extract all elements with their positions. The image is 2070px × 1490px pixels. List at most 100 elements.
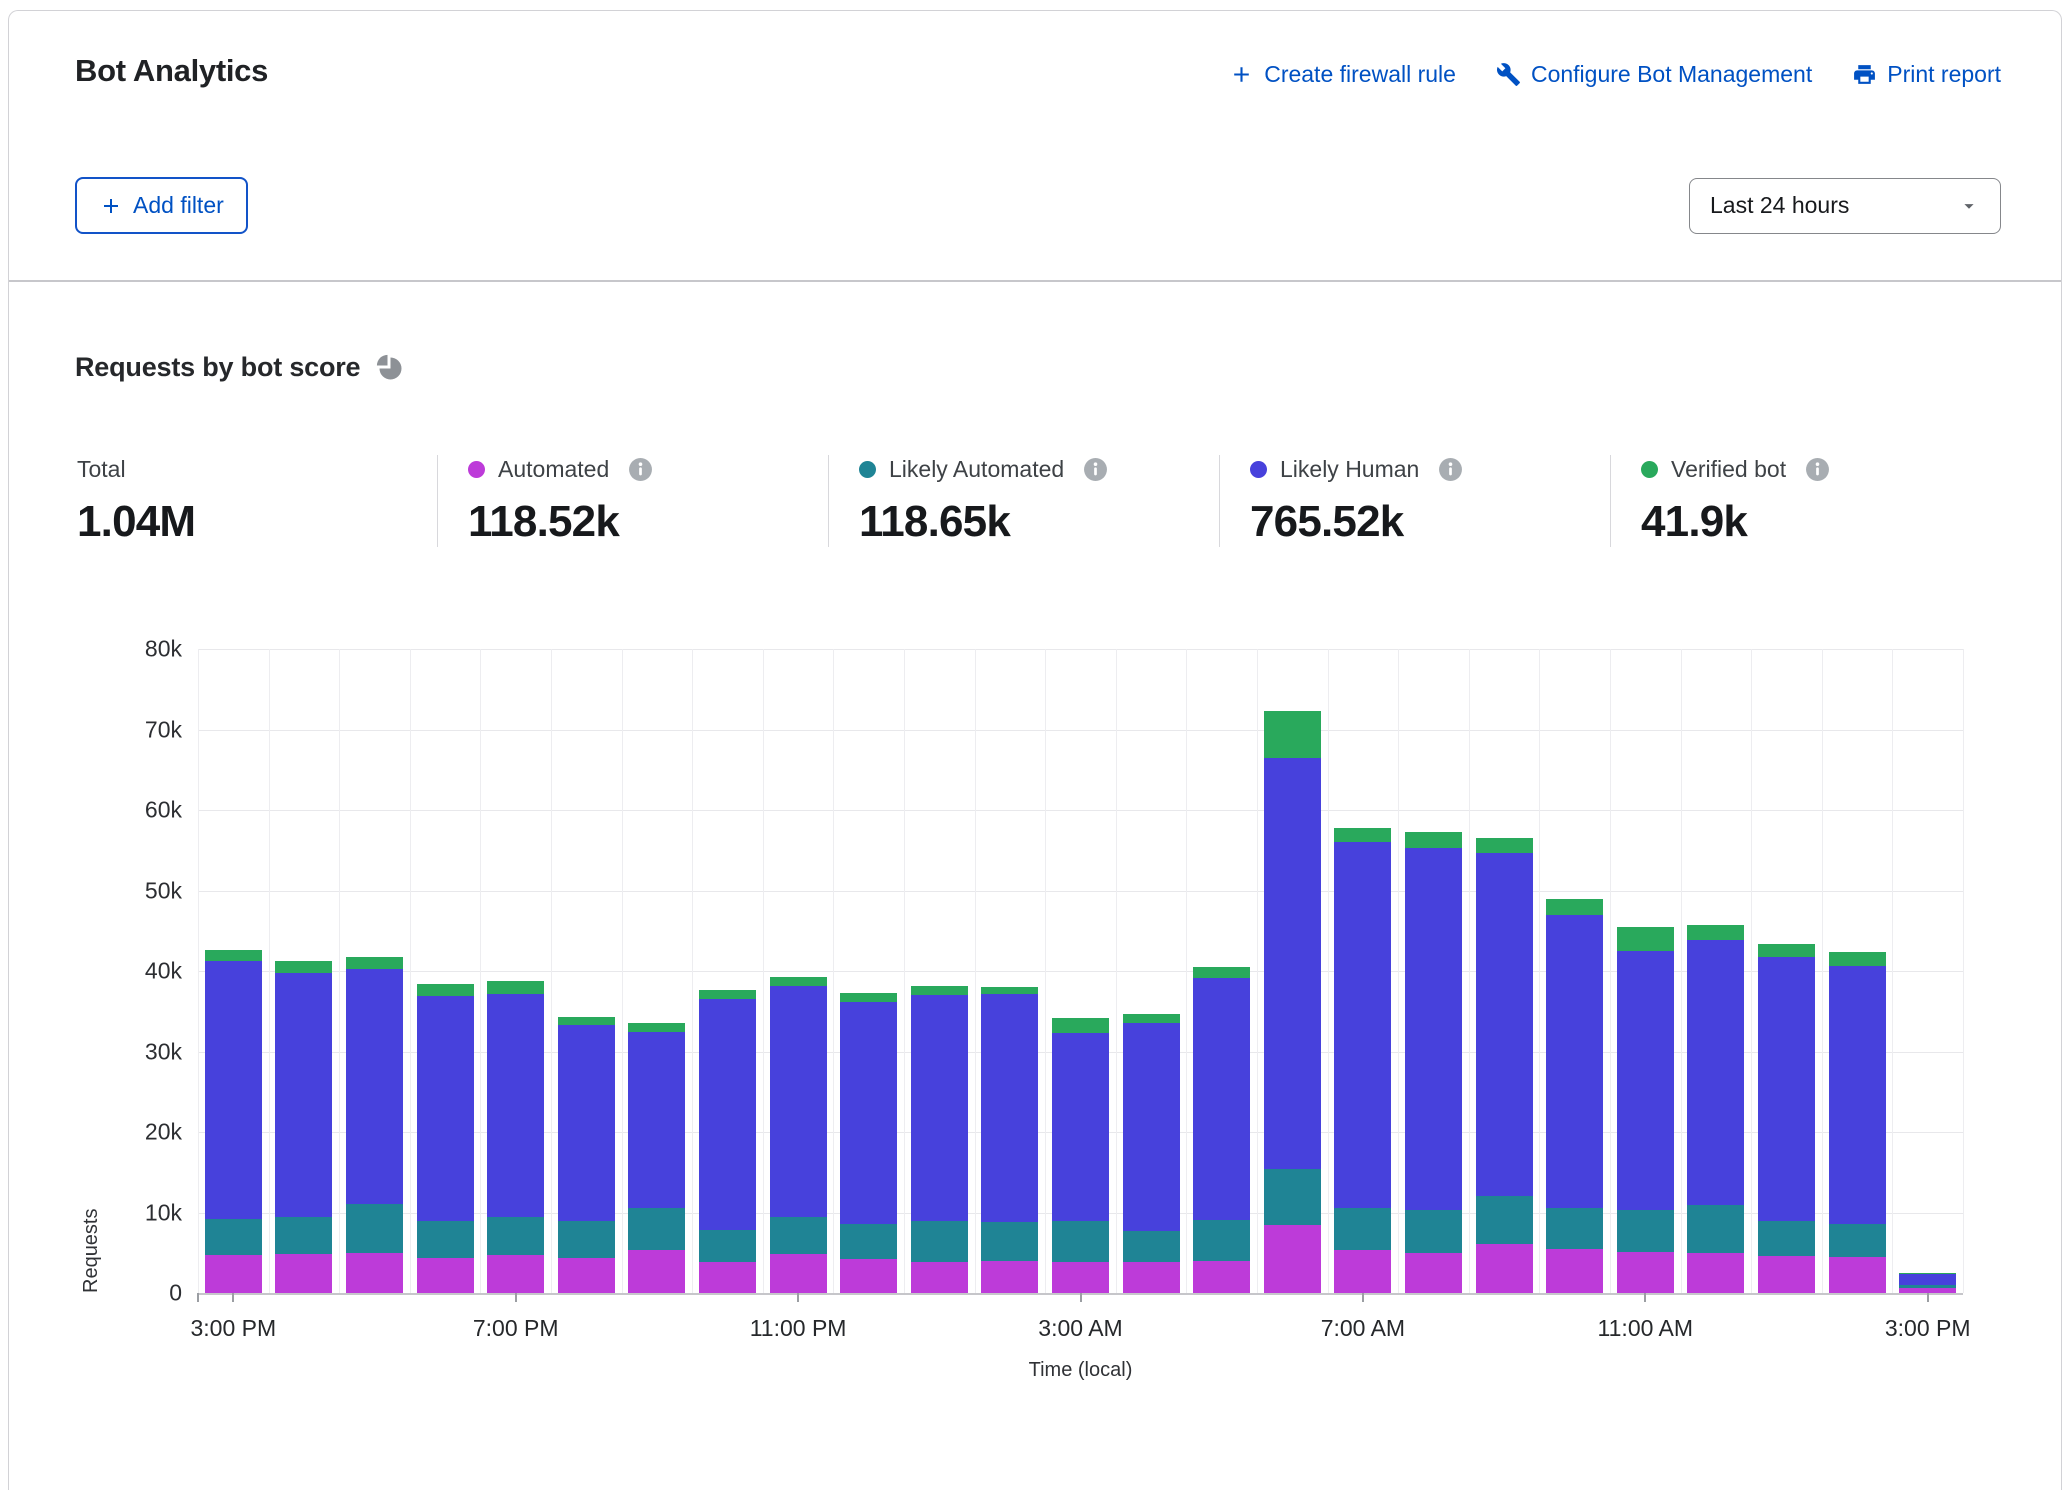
segment-likely-automated [1334,1208,1391,1250]
segment-likely-human [1264,758,1321,1169]
segment-verified-bot [1476,838,1533,853]
x-tick-mark [1927,1293,1929,1302]
bar-10-00-pm-7 [699,990,756,1293]
x-tick-label: 7:00 AM [1321,1315,1405,1342]
segment-automated [1829,1257,1886,1293]
stat-automated: Automated118.52k [437,455,828,547]
gridline-y [198,891,1963,892]
stat-label: Likely Human [1280,456,1419,483]
x-tick-label: 3:00 AM [1038,1315,1122,1342]
configure-bot-management-link[interactable]: Configure Bot Management [1496,61,1812,88]
bar-2-00-am-11 [981,987,1038,1293]
x-tick-mark [1362,1293,1364,1302]
y-tick-label: 80k [145,636,182,663]
bot-analytics-card: Bot Analytics Create firewall ruleConfig… [8,10,2062,1490]
bar-5-00-pm-2 [346,957,403,1293]
segment-verified-bot [1758,944,1815,957]
time-range-select[interactable]: Last 24 hours [1689,178,2001,234]
segment-automated [1405,1253,1462,1293]
x-tick-label: 11:00 PM [750,1315,847,1342]
segment-likely-automated [628,1208,685,1251]
chevron-down-icon [1958,195,1980,217]
stat-label: Total [77,456,126,483]
stats-row: Total 1.04M Automated118.52kLikely Autom… [75,455,2001,547]
segment-likely-automated [981,1222,1038,1261]
legend-dot-likely-human [1250,461,1267,478]
gridline-x [1892,649,1893,1293]
bar-2-00-pm-23 [1829,952,1886,1293]
segment-verified-bot [911,986,968,995]
segment-likely-human [1758,957,1815,1221]
segment-automated [1617,1252,1674,1293]
segment-automated [1123,1262,1180,1293]
gridline-x [763,649,764,1293]
x-tick-label: 3:00 PM [190,1315,276,1342]
segment-likely-human [1687,940,1744,1205]
gridline-x [1822,649,1823,1293]
segment-automated [1899,1288,1956,1293]
x-tick-label: 11:00 AM [1598,1315,1693,1342]
segment-automated [346,1253,403,1293]
gridline-x [1328,649,1329,1293]
gridline-x [1963,649,1964,1293]
segment-automated [1052,1262,1109,1293]
info-icon[interactable] [628,457,653,482]
create-firewall-rule-link[interactable]: Create firewall rule [1229,61,1456,88]
legend-dot-verified-bot [1641,461,1658,478]
add-filter-button[interactable]: Add filter [75,177,248,234]
segment-verified-bot [558,1017,615,1025]
segment-likely-human [1829,966,1886,1224]
segment-likely-human [699,999,756,1230]
segment-automated [840,1259,897,1293]
bar-10-00-am-19 [1546,899,1603,1293]
link-label: Create firewall rule [1264,61,1456,88]
wrench-icon [1496,62,1521,87]
y-tick-label: 20k [145,1119,182,1146]
bar-9-00-am-18 [1476,838,1533,1293]
segment-verified-bot [205,950,262,961]
gridline-x [339,649,340,1293]
gridline-x [1469,649,1470,1293]
segment-likely-automated [417,1221,474,1258]
segment-verified-bot [1829,952,1886,966]
bar-11-00-pm-8 [770,977,827,1293]
y-tick-label: 30k [145,1038,182,1065]
gridline-x [410,649,411,1293]
info-icon[interactable] [1438,457,1463,482]
segment-likely-automated [1687,1205,1744,1252]
gridline-x [692,649,693,1293]
y-axis-title: Requests [80,649,103,1293]
segment-likely-human [205,961,262,1219]
header-actions: Create firewall rule Configure Bot Manage… [1229,61,2001,88]
segment-automated [1687,1253,1744,1293]
card-header: Bot Analytics Create firewall ruleConfig… [9,11,2061,282]
segment-automated [628,1250,685,1293]
segment-verified-bot [840,993,897,1003]
segment-likely-automated [487,1217,544,1255]
print-report-link[interactable]: Print report [1852,61,2001,88]
stat-likely-human: Likely Human765.52k [1219,455,1610,547]
segment-likely-human [1052,1033,1109,1221]
x-axis-title: Time (local) [1029,1359,1133,1382]
stat-label: Automated [498,456,609,483]
x-tick-mark [1080,1293,1082,1302]
info-icon[interactable] [1805,457,1830,482]
bar-1-00-pm-22 [1758,944,1815,1293]
segment-verified-bot [1546,899,1603,914]
link-label: Configure Bot Management [1531,61,1812,88]
gridline-y [198,649,1963,650]
stat-value: 41.9k [1641,497,2001,547]
info-icon[interactable] [1083,457,1108,482]
gridline-x [1681,649,1682,1293]
x-tick-label: 3:00 PM [1885,1315,1971,1342]
gridline-x [1045,649,1046,1293]
time-range-value: Last 24 hours [1710,192,1849,219]
segment-likely-automated [840,1224,897,1259]
segment-automated [911,1262,968,1293]
x-tick-mark [515,1293,517,1302]
gridline-x [1539,649,1540,1293]
segment-automated [699,1262,756,1293]
gridline-x [904,649,905,1293]
stat-value: 1.04M [77,497,437,547]
bar-12-00-am-9 [840,993,897,1293]
